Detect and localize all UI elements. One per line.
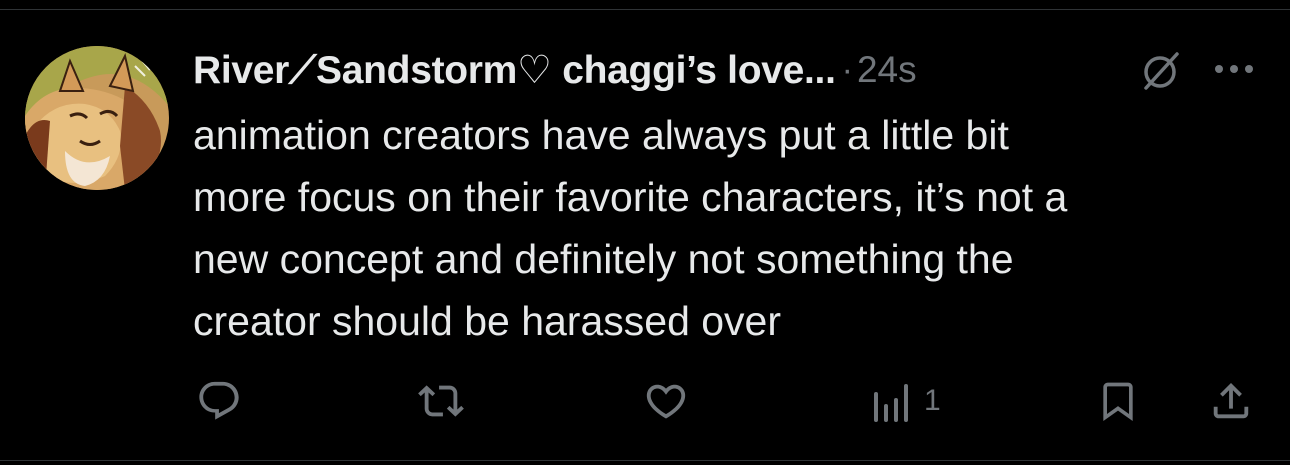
- heart-icon: [646, 384, 686, 419]
- display-name[interactable]: River⟋Sandstorm♡ chaggi’s love...: [193, 48, 836, 93]
- quiet-mode-icon[interactable]: [1137, 48, 1183, 94]
- reply-icon: [199, 381, 239, 420]
- top-divider: [0, 9, 1290, 10]
- share-icon: [1213, 382, 1249, 419]
- like-button[interactable]: [642, 378, 700, 424]
- views-count: 1: [924, 384, 941, 417]
- timestamp[interactable]: 24s: [857, 49, 917, 91]
- tweet-text: animation creators have always put a lit…: [193, 112, 1068, 344]
- views-icon: [874, 384, 908, 422]
- bookmark-icon: [1103, 382, 1133, 422]
- bottom-divider: [0, 460, 1290, 461]
- more-options-icon[interactable]: [1211, 58, 1257, 80]
- bookmark-button[interactable]: [1096, 378, 1140, 424]
- meta-separator: ·: [841, 50, 853, 89]
- avatar[interactable]: [25, 46, 169, 190]
- share-button[interactable]: [1208, 378, 1254, 424]
- retweet-button[interactable]: [416, 378, 476, 424]
- views-button[interactable]: 1: [872, 378, 941, 424]
- reply-button[interactable]: [196, 378, 252, 424]
- avatar-cat-illustration: [25, 46, 169, 190]
- tweet-header: River⟋Sandstorm♡ chaggi’s love... · 24s: [193, 44, 917, 96]
- retweet-icon: [418, 385, 464, 417]
